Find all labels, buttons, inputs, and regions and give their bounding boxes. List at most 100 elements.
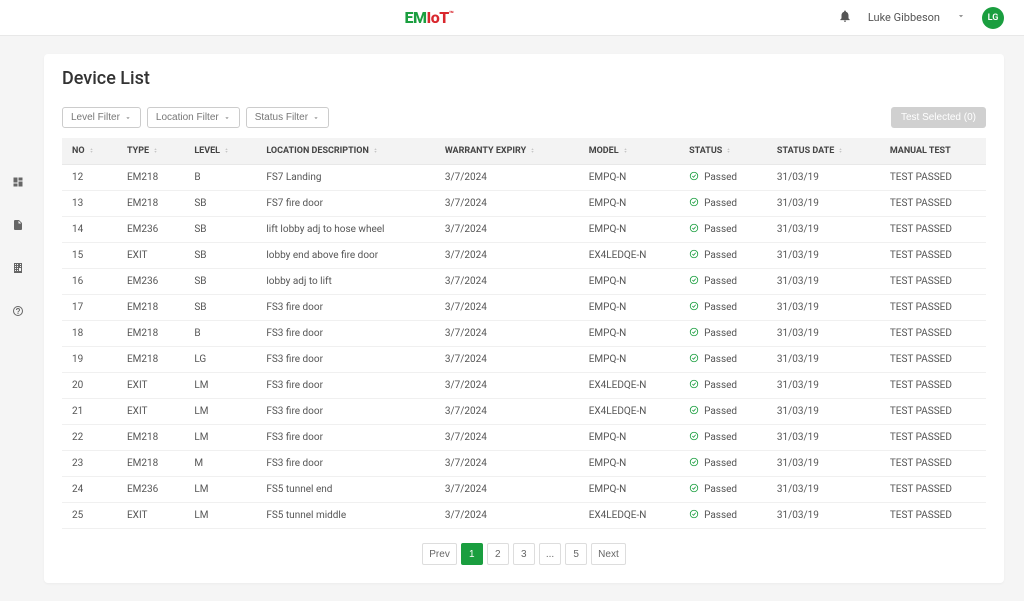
cell-manual-test: TEST PASSED bbox=[880, 451, 986, 477]
table-row[interactable]: 14 EM236 SB lift lobby adj to hose wheel… bbox=[62, 217, 986, 243]
cell-status-date: 31/03/19 bbox=[767, 165, 880, 191]
table-row[interactable]: 18 EM218 B FS3 fire door 3/7/2024 EMPQ-N… bbox=[62, 321, 986, 347]
cell-level: SB bbox=[184, 295, 256, 321]
cell-model: EMPQ-N bbox=[579, 165, 679, 191]
page-button[interactable]: 2 bbox=[487, 543, 509, 565]
cell-type: EXIT bbox=[117, 243, 184, 269]
check-icon bbox=[689, 223, 699, 236]
cell-no: 23 bbox=[62, 451, 117, 477]
cell-manual-test: TEST PASSED bbox=[880, 373, 986, 399]
cell-location: FS3 fire door bbox=[256, 425, 435, 451]
cell-location: lobby adj to lift bbox=[256, 269, 435, 295]
cell-warranty: 3/7/2024 bbox=[435, 321, 579, 347]
check-icon bbox=[689, 327, 699, 340]
cell-manual-test: TEST PASSED bbox=[880, 347, 986, 373]
table-row[interactable]: 22 EM218 LM FS3 fire door 3/7/2024 EMPQ-… bbox=[62, 425, 986, 451]
table-row[interactable]: 13 EM218 SB FS7 fire door 3/7/2024 EMPQ-… bbox=[62, 191, 986, 217]
cell-status-date: 31/03/19 bbox=[767, 295, 880, 321]
prev-button[interactable]: Prev bbox=[422, 543, 457, 565]
cell-model: EX4LEDQE-N bbox=[579, 243, 679, 269]
table-row[interactable]: 20 EXIT LM FS3 fire door 3/7/2024 EX4LED… bbox=[62, 373, 986, 399]
avatar[interactable]: LG bbox=[982, 7, 1004, 29]
col-no[interactable]: NO bbox=[62, 138, 117, 165]
sort-icon bbox=[722, 146, 732, 156]
cell-status: Passed bbox=[679, 451, 767, 477]
help-icon[interactable] bbox=[12, 305, 24, 320]
cell-status-date: 31/03/19 bbox=[767, 373, 880, 399]
check-icon bbox=[689, 249, 699, 262]
cell-model: EMPQ-N bbox=[579, 477, 679, 503]
check-icon bbox=[689, 509, 699, 522]
cell-type: EM236 bbox=[117, 477, 184, 503]
cell-status: Passed bbox=[679, 243, 767, 269]
page-button[interactable]: 1 bbox=[461, 543, 483, 565]
cell-no: 25 bbox=[62, 503, 117, 529]
cell-status: Passed bbox=[679, 347, 767, 373]
cell-location: FS3 fire door bbox=[256, 451, 435, 477]
cell-level: SB bbox=[184, 269, 256, 295]
col-type[interactable]: TYPE bbox=[117, 138, 184, 165]
page-button[interactable]: 3 bbox=[513, 543, 535, 565]
status-filter-button[interactable]: Status Filter bbox=[246, 107, 329, 128]
cell-model: EMPQ-N bbox=[579, 217, 679, 243]
document-icon[interactable] bbox=[12, 219, 24, 234]
col-status[interactable]: STATUS bbox=[679, 138, 767, 165]
check-icon bbox=[689, 275, 699, 288]
cell-location: lobby end above fire door bbox=[256, 243, 435, 269]
table-row[interactable]: 25 EXIT LM FS5 tunnel middle 3/7/2024 EX… bbox=[62, 503, 986, 529]
col-model[interactable]: MODEL bbox=[579, 138, 679, 165]
level-filter-button[interactable]: Level Filter bbox=[62, 107, 141, 128]
cell-model: EX4LEDQE-N bbox=[579, 503, 679, 529]
cell-manual-test: TEST PASSED bbox=[880, 191, 986, 217]
sort-icon bbox=[85, 146, 95, 156]
col-warranty[interactable]: WARRANTY EXPIRY bbox=[435, 138, 579, 165]
page-button[interactable]: 5 bbox=[565, 543, 587, 565]
cell-location: FS7 Landing bbox=[256, 165, 435, 191]
cell-no: 21 bbox=[62, 399, 117, 425]
sort-icon bbox=[526, 146, 536, 156]
cell-model: EMPQ-N bbox=[579, 347, 679, 373]
table-row[interactable]: 21 EXIT LM FS3 fire door 3/7/2024 EX4LED… bbox=[62, 399, 986, 425]
table-row[interactable]: 17 EM218 SB FS3 fire door 3/7/2024 EMPQ-… bbox=[62, 295, 986, 321]
col-manual-test[interactable]: MANUAL TEST bbox=[880, 138, 986, 165]
table-row[interactable]: 19 EM218 LG FS3 fire door 3/7/2024 EMPQ-… bbox=[62, 347, 986, 373]
sort-icon bbox=[220, 146, 230, 156]
cell-status: Passed bbox=[679, 399, 767, 425]
building-icon[interactable] bbox=[12, 262, 24, 277]
page-title: Device List bbox=[62, 68, 986, 89]
table-row[interactable]: 15 EXIT SB lobby end above fire door 3/7… bbox=[62, 243, 986, 269]
table-row[interactable]: 24 EM236 LM FS5 tunnel end 3/7/2024 EMPQ… bbox=[62, 477, 986, 503]
cell-type: EM218 bbox=[117, 451, 184, 477]
cell-location: lift lobby adj to hose wheel bbox=[256, 217, 435, 243]
bell-icon[interactable] bbox=[838, 9, 852, 26]
check-icon bbox=[689, 301, 699, 314]
chevron-down-icon[interactable] bbox=[956, 11, 966, 24]
cell-status: Passed bbox=[679, 217, 767, 243]
cell-model: EMPQ-N bbox=[579, 425, 679, 451]
test-selected-button[interactable]: Test Selected (0) bbox=[891, 107, 986, 128]
dashboard-icon[interactable] bbox=[12, 176, 24, 191]
sort-icon bbox=[834, 146, 844, 156]
check-icon bbox=[689, 171, 699, 184]
cell-type: EM236 bbox=[117, 217, 184, 243]
cell-location: FS5 tunnel middle bbox=[256, 503, 435, 529]
location-filter-button[interactable]: Location Filter bbox=[147, 107, 240, 128]
cell-status: Passed bbox=[679, 165, 767, 191]
cell-manual-test: TEST PASSED bbox=[880, 269, 986, 295]
cell-model: EMPQ-N bbox=[579, 295, 679, 321]
cell-level: LM bbox=[184, 399, 256, 425]
col-location[interactable]: LOCATION DESCRIPTION bbox=[256, 138, 435, 165]
logo-tm: ™ bbox=[449, 10, 454, 19]
cell-warranty: 3/7/2024 bbox=[435, 451, 579, 477]
cell-no: 22 bbox=[62, 425, 117, 451]
check-icon bbox=[689, 405, 699, 418]
status-filter-label: Status Filter bbox=[255, 112, 308, 123]
col-level[interactable]: LEVEL bbox=[184, 138, 256, 165]
table-row[interactable]: 16 EM236 SB lobby adj to lift 3/7/2024 E… bbox=[62, 269, 986, 295]
table-row[interactable]: 23 EM218 M FS3 fire door 3/7/2024 EMPQ-N… bbox=[62, 451, 986, 477]
cell-location: FS3 fire door bbox=[256, 347, 435, 373]
cell-status: Passed bbox=[679, 425, 767, 451]
table-row[interactable]: 12 EM218 B FS7 Landing 3/7/2024 EMPQ-N P… bbox=[62, 165, 986, 191]
col-status-date[interactable]: STATUS DATE bbox=[767, 138, 880, 165]
next-button[interactable]: Next bbox=[591, 543, 626, 565]
